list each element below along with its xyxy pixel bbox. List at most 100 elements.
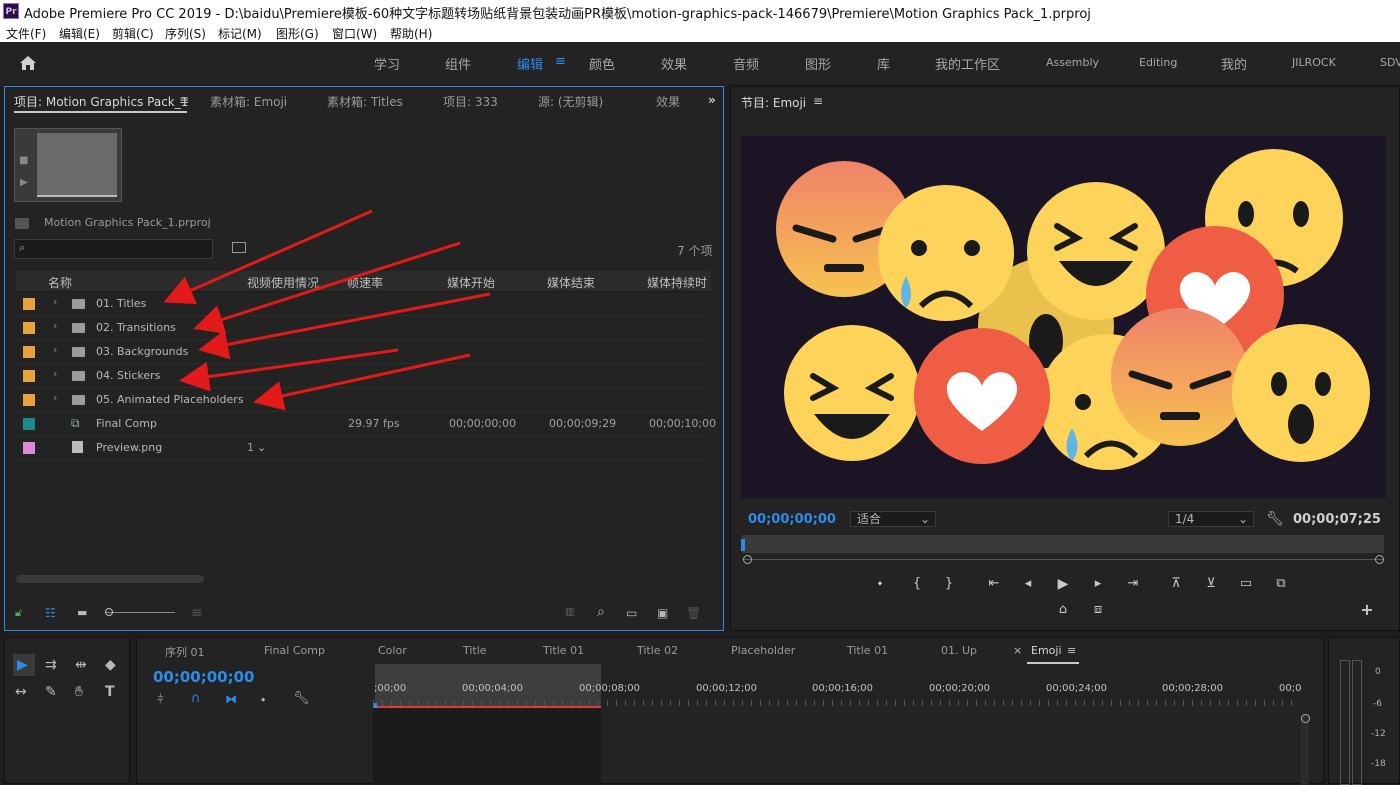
resolution-value: 1/4 [1175, 512, 1195, 526]
tab-title-01[interactable]: Title 01 [543, 644, 584, 657]
pen-tool-icon[interactable]: ✎ [45, 684, 57, 700]
ruler-label: 00;0 [1279, 683, 1302, 694]
find-icon[interactable]: ⌕ [597, 604, 605, 620]
workspace-editing[interactable]: Editing [1139, 56, 1177, 69]
angry-emoji-icon-2 [1111, 308, 1249, 446]
fit-dropdown-value: 适合 [857, 512, 882, 526]
meter-label: -18 [1371, 759, 1386, 769]
tab-01-up[interactable]: 01. Up [941, 644, 977, 657]
horizontal-scrollbar[interactable] [16, 575, 204, 583]
tab-final-comp[interactable]: Final Comp [264, 644, 325, 657]
program-menu-icon[interactable]: ≡ [813, 94, 823, 108]
zoom-bar[interactable] [742, 559, 1384, 560]
list-view-icon[interactable]: ☷ [45, 605, 56, 621]
workspace-libraries[interactable]: 库 [877, 54, 890, 73]
program-current-timecode[interactable]: 00;00;00;00 [748, 512, 836, 527]
program-scrub-ruler[interactable] [742, 535, 1384, 553]
ruler-label: 00;00;04;00 [462, 683, 524, 694]
workspace-mine[interactable]: 我的 [1221, 54, 1247, 73]
snap-magnet-icon[interactable]: ∩ [191, 691, 201, 707]
ruler-ticks [373, 700, 1299, 706]
meter-channel-left [1340, 660, 1350, 785]
insert-nest-icon[interactable]: ⫩ [157, 691, 164, 707]
export-frame-icon[interactable]: ⌂ [1054, 603, 1072, 617]
red-arrow-titles [163, 209, 373, 305]
zoom-slider[interactable] [105, 612, 175, 613]
ruler-label: 00;00;28;00 [1162, 683, 1224, 694]
extract-icon[interactable]: ⊻ [1202, 577, 1220, 591]
go-to-out-icon[interactable]: ⇥ [1124, 577, 1142, 591]
timeline-current-timecode[interactable]: 00;00;00;00 [153, 668, 255, 686]
workspace-my-workspace[interactable]: 我的工作区 [935, 54, 1000, 73]
razor-tool-icon[interactable]: ◆ [105, 657, 116, 673]
wrench-icon[interactable]: 🔧︎ [1266, 511, 1284, 527]
mark-in-icon[interactable]: { [908, 577, 926, 591]
laughing-emoji-icon-2 [784, 325, 920, 461]
new-bin-icon[interactable]: ▭ [626, 605, 637, 621]
meter-label: 0 [1375, 667, 1381, 677]
go-to-in-icon[interactable]: ⇤ [985, 577, 1003, 591]
zoom-bar-handle-right[interactable] [1375, 555, 1384, 564]
slip-tool-icon[interactable]: ↔ [15, 684, 27, 700]
icon-view-icon[interactable]: ▬ [77, 605, 87, 621]
workspace-graphics[interactable]: 图形 [805, 54, 831, 73]
compare-view-icon[interactable]: ⧉ [1272, 577, 1290, 591]
trash-icon[interactable]: 🗑︎ [686, 605, 701, 621]
crying-emoji-icon [878, 185, 1014, 321]
mark-out-icon[interactable]: } [940, 577, 958, 591]
red-arrow-stickers [179, 348, 399, 392]
safe-margins-icon[interactable]: ▭ [1237, 577, 1255, 591]
step-back-icon[interactable]: ◂ [1019, 577, 1037, 591]
button-editor-extra-icon[interactable]: ⧈ [1089, 603, 1107, 617]
new-item-icon[interactable]: ▣ [657, 605, 668, 621]
ruler-label: 00;00;12;00 [696, 683, 758, 694]
ripple-edit-tool-icon[interactable]: ⇹ [75, 657, 87, 673]
program-monitor-title[interactable]: 节目: Emoji [741, 94, 806, 111]
tab-title[interactable]: Title [463, 644, 487, 657]
play-button[interactable]: ▶ [1054, 577, 1072, 591]
type-tool-icon[interactable]: T [105, 684, 115, 700]
track-select-tool-icon[interactable]: ⇉ [45, 657, 57, 673]
tab-sequence-01[interactable]: 序列 01 [165, 644, 205, 660]
workspace-audio[interactable]: 音频 [733, 54, 759, 73]
meter-label: -12 [1371, 729, 1386, 739]
automate-to-sequence-icon[interactable]: ▥ [565, 605, 574, 621]
tab-emoji[interactable]: Emoji [1031, 644, 1062, 657]
scrollbar-handle[interactable] [1301, 714, 1310, 723]
annotation-arrows [163, 209, 491, 411]
zoom-slider-handle[interactable] [105, 608, 113, 616]
zoom-bar-handle-left[interactable] [743, 555, 752, 564]
timeline-settings-wrench-icon[interactable]: 🔧︎ [293, 691, 310, 707]
close-tab-icon[interactable]: × [1013, 644, 1022, 657]
add-marker-icon[interactable]: ⬩ [261, 691, 265, 707]
playback-resolution-dropdown[interactable]: 1/4 ⌄ [1168, 511, 1254, 527]
ruler-label: 00;00;16;00 [812, 683, 874, 694]
timeline-menu-icon[interactable]: ≡ [1067, 644, 1076, 657]
workspace-sdv[interactable]: SDV [1380, 56, 1400, 69]
lock-icon[interactable]: 🔓︎ [15, 605, 22, 621]
tab-title-02[interactable]: Title 02 [637, 644, 678, 657]
program-video-canvas[interactable] [741, 136, 1386, 498]
meter-label: -6 [1373, 699, 1382, 709]
workspace-assembly[interactable]: Assembly [1046, 56, 1099, 69]
tab-placeholder[interactable]: Placeholder [731, 644, 795, 657]
tab-title-01-b[interactable]: Title 01 [847, 644, 888, 657]
tab-color[interactable]: Color [378, 644, 407, 657]
red-arrow-backgrounds [198, 292, 491, 360]
hand-tool-icon[interactable]: ✋︎ [75, 684, 83, 700]
linked-selection-icon[interactable]: ⧓ [225, 691, 237, 707]
chevron-down-icon: ⌄ [919, 512, 930, 526]
vertical-scrollbar[interactable] [1301, 714, 1309, 785]
fit-dropdown[interactable]: 适合 ⌄ [850, 511, 936, 527]
red-arrow-transitions [193, 241, 461, 334]
meter-channel-right [1352, 660, 1362, 785]
selection-tool-icon[interactable]: ▶ [17, 657, 28, 673]
emoji-frame [776, 149, 1370, 470]
workspace-jilrock[interactable]: JILROCK [1292, 56, 1336, 69]
sort-icon[interactable]: ≡ [191, 605, 203, 621]
add-button-icon[interactable]: + [1358, 602, 1376, 618]
add-marker-icon[interactable]: ⬩ [871, 577, 889, 591]
step-forward-icon[interactable]: ▸ [1089, 577, 1107, 591]
program-playhead[interactable] [741, 539, 745, 551]
lift-icon[interactable]: ⊼ [1167, 577, 1185, 591]
